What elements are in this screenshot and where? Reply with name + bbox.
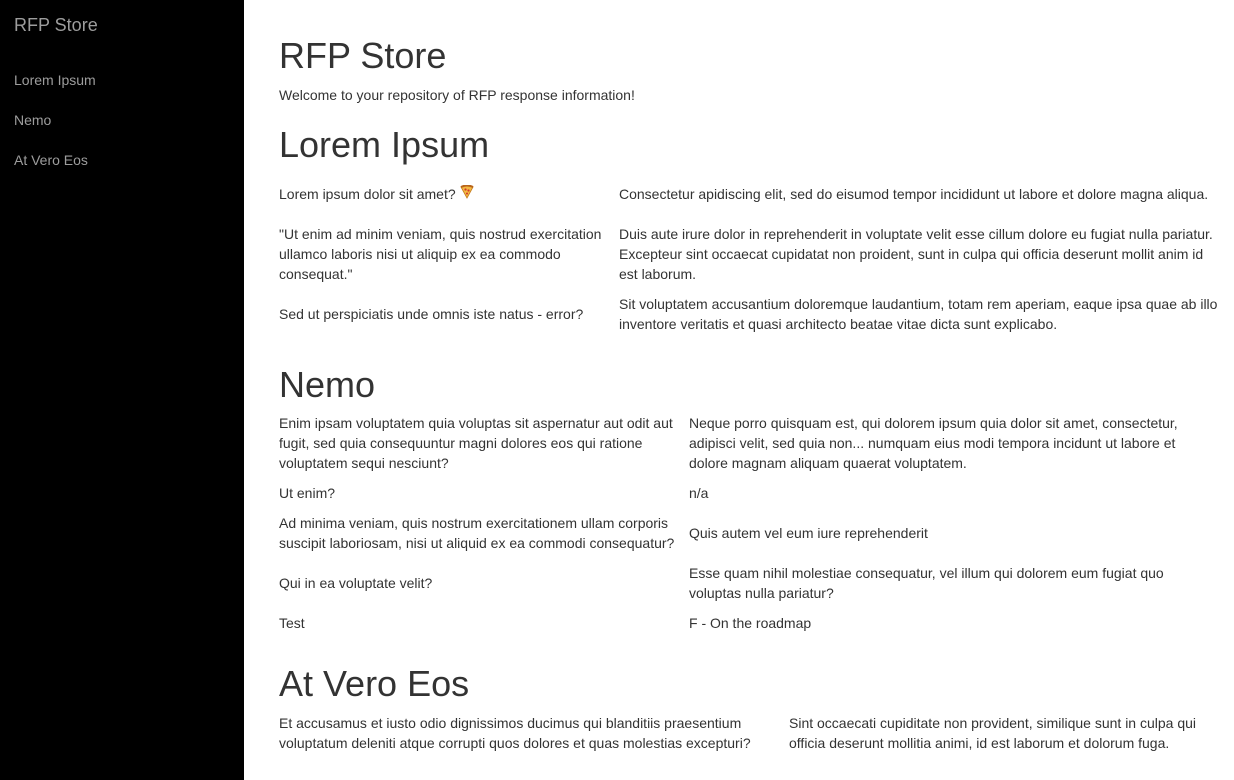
question-text: Lorem ipsum dolor sit amet? [279,186,456,202]
answer-cell: Sit voluptatem accusantium doloremque la… [619,294,1219,334]
question-cell: Ut enim? [279,483,684,503]
main-content: RFP Store Welcome to your repository of … [279,0,1219,780]
sidebar-item-at-vero-eos[interactable]: At Vero Eos [14,151,88,169]
question-text: "Ut enim ad minim veniam, quis nostrud e… [279,226,602,282]
question-text: Qui in ea voluptate velit? [279,575,433,591]
answer-cell: Consectetur apidiscing elit, sed do eisu… [619,174,1219,214]
answer-text: Quis autem vel eum iure reprehenderit [689,525,928,541]
question-cell: Lorem ipsum dolor sit amet? [279,184,614,204]
question-text: Test [279,615,305,631]
answer-text: Neque porro quisquam est, qui dolorem ip… [689,415,1178,471]
answer-text: n/a [689,485,709,501]
sidebar-item-nemo[interactable]: Nemo [14,111,51,129]
sidebar: RFP Store Lorem Ipsum Nemo At Vero Eos [0,0,244,780]
question-text: Enim ipsam voluptatem quia voluptas sit … [279,415,673,471]
question-cell: Ad minima veniam, quis nostrum exercitat… [279,513,686,553]
question-text: Sed ut perspiciatis unde omnis iste natu… [279,306,584,322]
question-cell: Sed ut perspiciatis unde omnis iste natu… [279,294,614,334]
answer-text: Sit voluptatem accusantium doloremque la… [619,296,1218,332]
question-text: Ad minima veniam, quis nostrum exercitat… [279,515,675,551]
question-cell: "Ut enim ad minim veniam, quis nostrud e… [279,224,614,284]
answer-text: F - On the roadmap [689,615,812,631]
section-title-lorem-ipsum: Lorem Ipsum [279,124,490,165]
answer-text: Esse quam nihil molestiae consequatur, v… [689,565,1164,601]
answer-cell: Duis aute irure dolor in reprehenderit i… [619,224,1219,284]
answer-cell: Quis autem vel eum iure reprehenderit [689,513,1209,553]
question-cell: Test [279,613,684,633]
answer-text: Duis aute irure dolor in reprehenderit i… [619,226,1213,282]
answer-cell: n/a [689,483,1209,503]
answer-cell: Sint occaecati cupiditate non provident,… [789,713,1219,753]
page-title: RFP Store [279,35,447,76]
answer-cell: Neque porro quisquam est, qui dolorem ip… [689,413,1209,473]
answer-cell: F - On the roadmap [689,613,1209,633]
answer-text: Consectetur apidiscing elit, sed do eisu… [619,186,1209,202]
sidebar-brand[interactable]: RFP Store [14,14,98,36]
section-title-at-vero-eos: At Vero Eos [279,663,470,704]
pizza-icon [460,184,474,204]
question-text: Et accusamus et iusto odio dignissimos d… [279,715,751,751]
section-title-nemo: Nemo [279,364,376,405]
question-cell: Qui in ea voluptate velit? [279,563,684,603]
answer-text: Sint occaecati cupiditate non provident,… [789,715,1197,751]
question-cell: Enim ipsam voluptatem quia voluptas sit … [279,413,684,473]
sidebar-item-lorem-ipsum[interactable]: Lorem Ipsum [14,71,96,89]
question-text: Ut enim? [279,485,336,501]
question-cell: Et accusamus et iusto odio dignissimos d… [279,713,779,753]
answer-cell: Esse quam nihil molestiae consequatur, v… [689,563,1209,603]
welcome-text: Welcome to your repository of RFP respon… [279,87,635,103]
